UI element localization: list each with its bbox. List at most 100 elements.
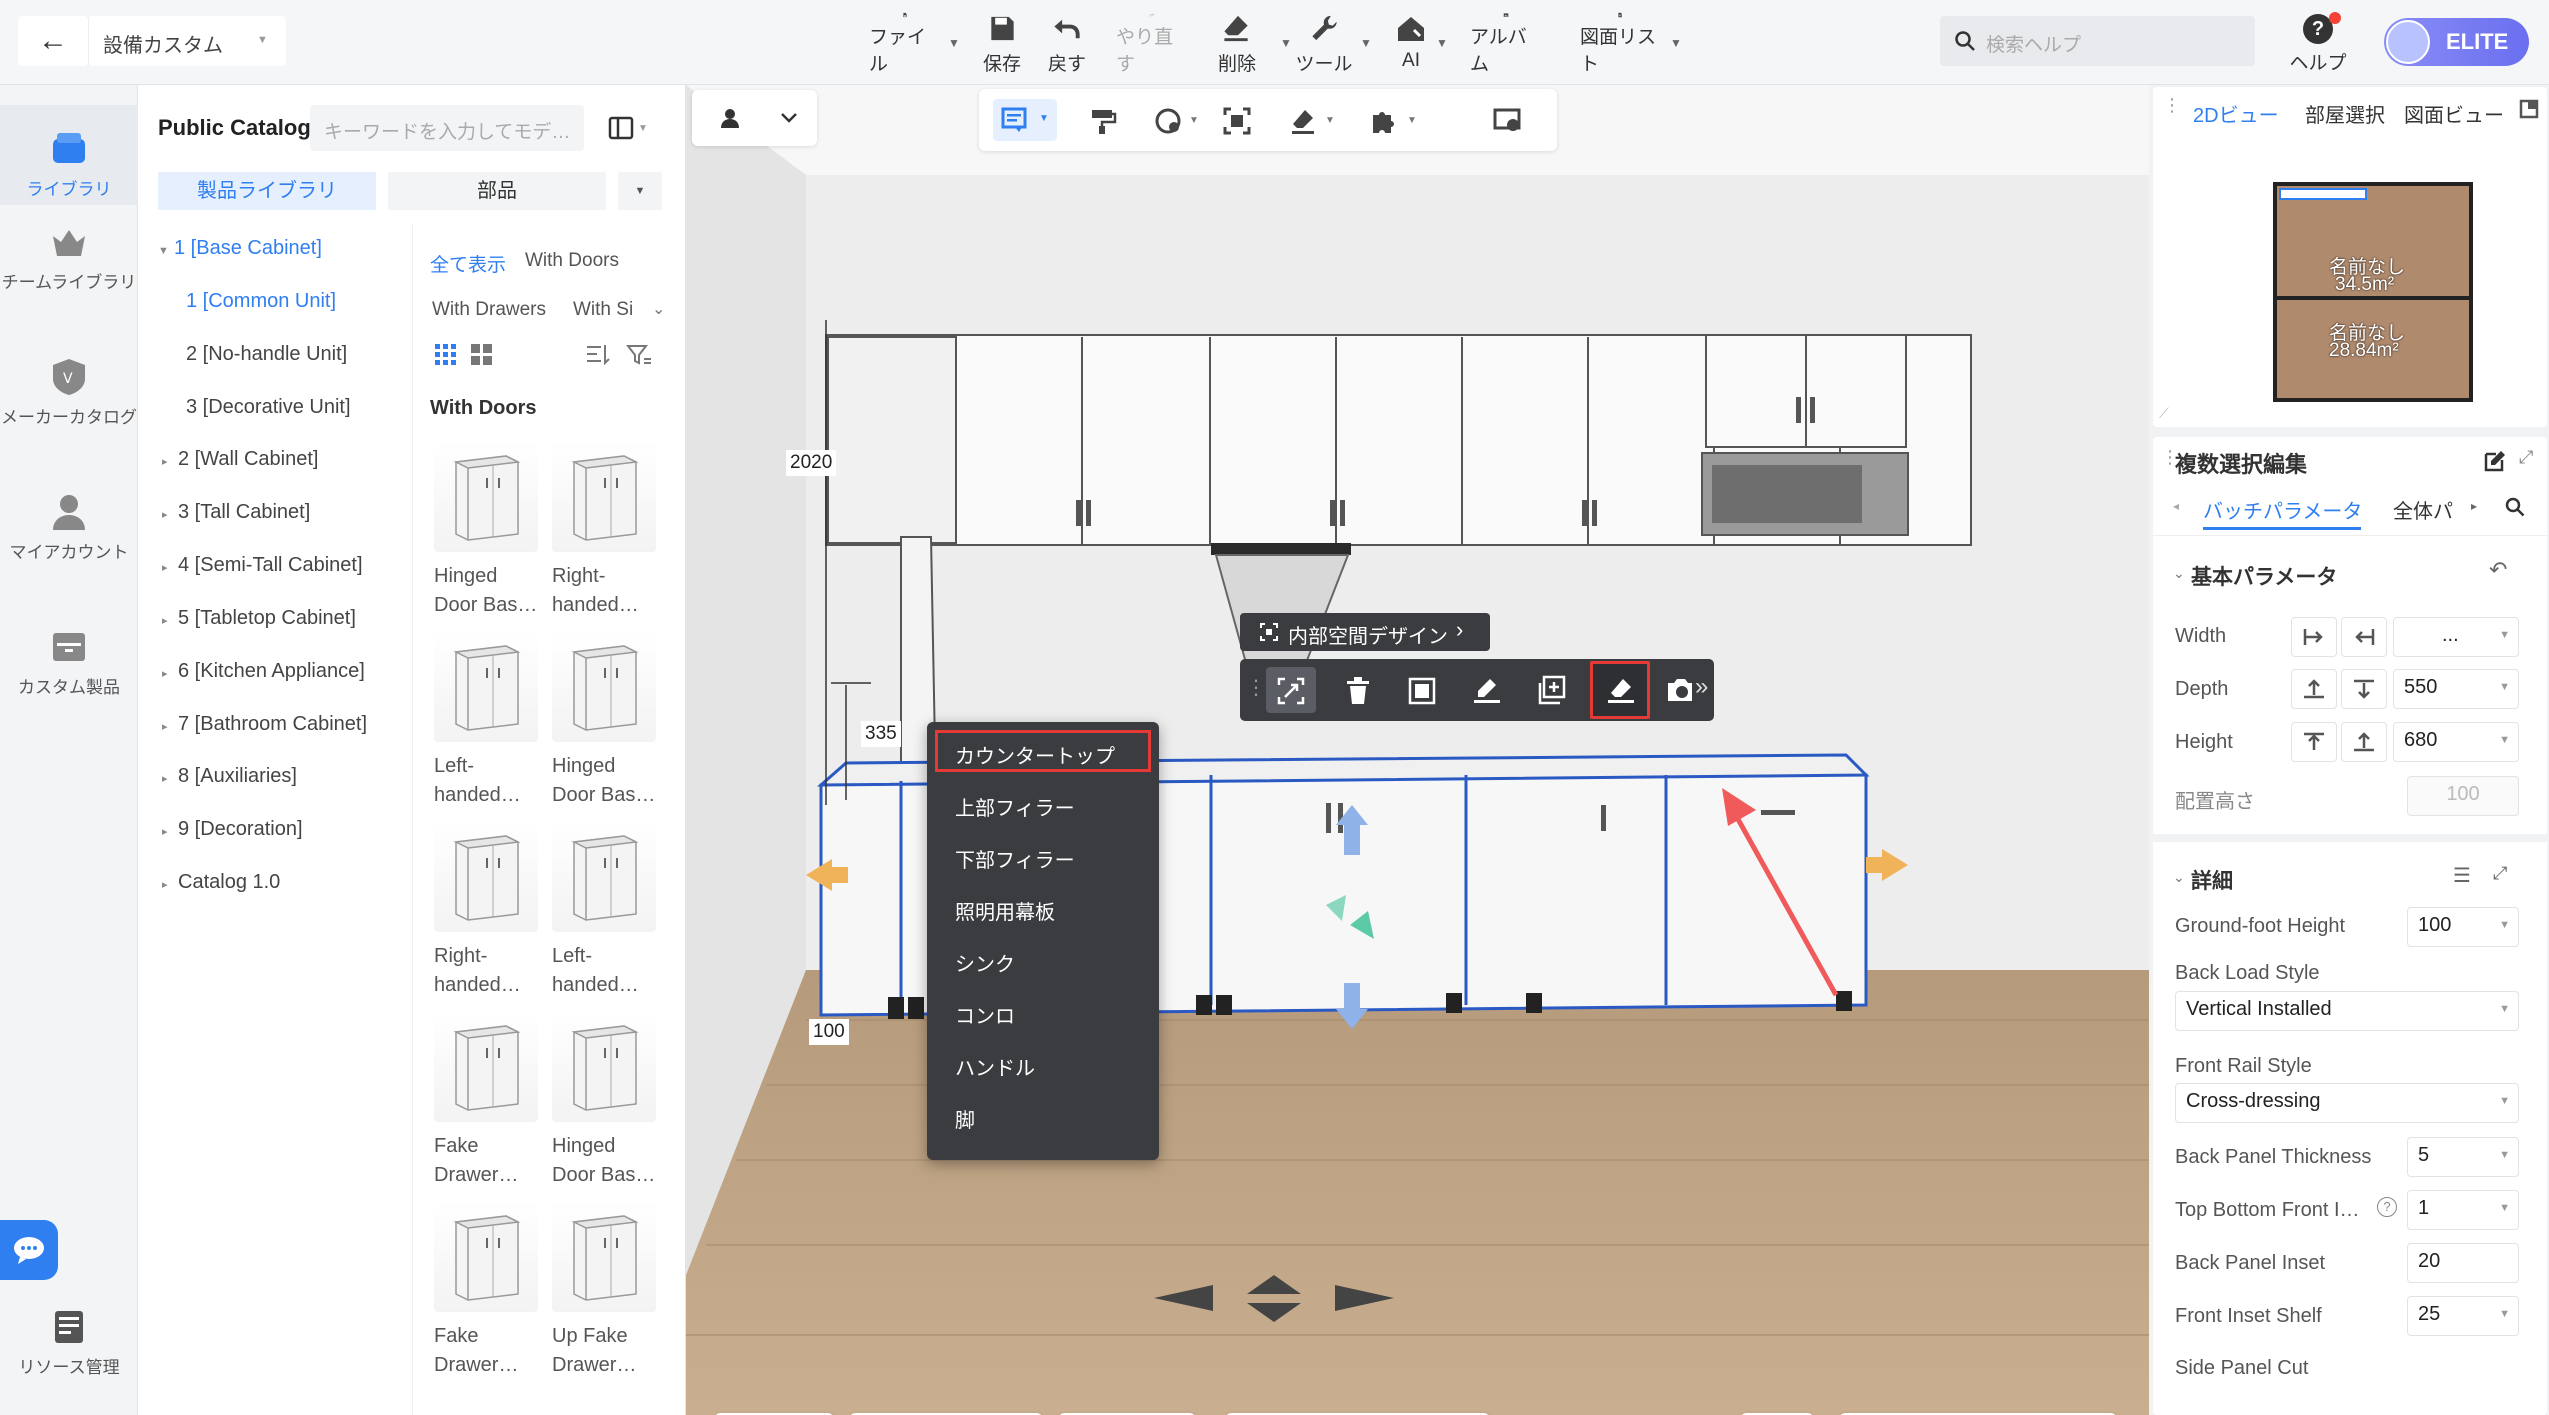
chevron-down-icon[interactable]: ▼ — [1325, 115, 1335, 126]
product-card[interactable]: Hinged Door Bas… — [434, 440, 544, 620]
menu-item-leg[interactable]: 脚 — [955, 1104, 975, 1133]
rail-library[interactable]: ライブラリ — [0, 105, 138, 205]
redo-button[interactable]: やり直す — [1116, 12, 1188, 76]
tabs-more-button[interactable]: ▼ — [618, 172, 662, 210]
filter-expand-icon[interactable]: ⌄ — [652, 299, 665, 319]
delete-button[interactable]: 削除 — [1201, 12, 1273, 76]
tab-parts[interactable]: 部品 — [388, 172, 606, 210]
width-input[interactable]: ... ▼ — [2393, 617, 2519, 657]
drawing-list-button[interactable]: 図面リスト — [1580, 12, 1660, 76]
front-rail-style-select[interactable]: Cross-dressing ▼ — [2175, 1083, 2519, 1123]
ruler-brush-icon[interactable] — [1289, 107, 1317, 135]
expand-icon[interactable]: ⤢ — [2493, 863, 2507, 884]
3d-viewport[interactable]: 2020 335 100 ▼ ▼ ▼ ▼ 内部空間デザイン › ⋮ » カウンタ… — [686, 85, 2149, 1415]
menu-item-handle[interactable]: ハンドル — [955, 1052, 1035, 1081]
save-button[interactable]: 保存 — [966, 12, 1038, 76]
microwave[interactable] — [1701, 452, 1909, 536]
file-caret-icon[interactable]: ▼ — [948, 36, 960, 50]
countertop-tool-button[interactable] — [1590, 661, 1650, 719]
trash-icon[interactable] — [1345, 677, 1371, 705]
edit-ruler-icon[interactable] — [1472, 677, 1502, 705]
view-user-selector[interactable] — [692, 90, 817, 146]
floor-plan[interactable]: 名前なし 34.5m² 名前なし 28.84m² — [2273, 182, 2473, 402]
grid-small-view-icon[interactable] — [434, 343, 458, 367]
product-card[interactable]: Right-handed… — [552, 440, 662, 620]
filter-show-all[interactable]: 全て表示 — [430, 250, 506, 277]
help-button[interactable]: ? ヘルプ — [2283, 12, 2353, 76]
sort-icon[interactable] — [586, 343, 612, 367]
resize-corner-icon[interactable]: ⟋ — [2159, 405, 2169, 422]
product-card[interactable]: Fake Drawer… — [434, 1010, 544, 1190]
tree-item-kitchen-appliance[interactable]: ▸ 6 [Kitchen Appliance] — [162, 660, 365, 683]
ground-foot-height-input[interactable]: 100 ▼ — [2407, 907, 2519, 947]
edit-square-icon[interactable] — [2483, 449, 2507, 473]
chevron-down-icon[interactable]: ⌄ — [2173, 869, 2185, 886]
tab-batch-params[interactable]: バッチパラメータ — [2203, 495, 2362, 524]
add-copy-icon[interactable] — [1536, 675, 1566, 705]
paint-roller-icon[interactable] — [1089, 107, 1117, 135]
filter-icon[interactable] — [626, 343, 652, 367]
tree-item-tabletop-cabinet[interactable]: ▸ 5 [Tabletop Cabinet] — [162, 607, 356, 630]
rail-maker-catalog[interactable]: V メーカーカタログ — [0, 355, 138, 428]
tab-room-select[interactable]: 部屋選択 — [2305, 99, 2385, 128]
3d-scene[interactable] — [686, 85, 2149, 1415]
depth-align-back-button[interactable] — [2341, 669, 2387, 709]
expand-icon[interactable]: ⤢ — [2519, 447, 2533, 468]
reset-icon[interactable]: ↶ — [2489, 557, 2507, 583]
undo-button[interactable]: 戻す — [1031, 12, 1103, 76]
album-button[interactable]: アルバム — [1470, 12, 1542, 76]
replace-icon[interactable] — [1408, 677, 1436, 705]
tab-drawing-view[interactable]: 図面ビュー — [2404, 99, 2504, 128]
tab-all-params[interactable]: 全体パ — [2393, 495, 2453, 524]
tree-item-auxiliaries[interactable]: ▸ 8 [Auxiliaries] — [162, 765, 297, 788]
width-align-left-button[interactable] — [2291, 617, 2337, 657]
elite-account-button[interactable]: ELITE — [2384, 18, 2529, 66]
help-circle-icon[interactable]: ? — [2377, 1197, 2397, 1217]
product-card[interactable]: Fake Drawer… — [434, 1200, 544, 1380]
search-icon[interactable] — [2505, 497, 2525, 517]
tree-item-common-unit[interactable]: 1 [Common Unit] — [186, 290, 336, 313]
layout-toggle-button[interactable]: ▼ — [608, 113, 658, 143]
snapshot-icon[interactable] — [1664, 675, 1696, 705]
rail-team-library[interactable]: チームライブラリ — [0, 220, 138, 293]
rail-account[interactable]: マイアカウント — [0, 490, 138, 563]
menu-item-sink[interactable]: シンク — [955, 948, 1015, 977]
product-card[interactable]: Left-handed… — [552, 820, 662, 1000]
placement-height-input[interactable]: 100 — [2407, 776, 2519, 816]
help-search-box[interactable]: 検索ヘルプ — [1940, 16, 2255, 66]
filter-with-drawers[interactable]: With Drawers — [432, 299, 546, 321]
puzzle-icon[interactable] — [1369, 107, 1397, 135]
drag-handle-icon[interactable]: ⋮ — [2163, 95, 2181, 116]
tree-item-decorative-unit[interactable]: 3 [Decorative Unit] — [186, 396, 351, 419]
back-panel-thickness-input[interactable]: 5 ▼ — [2407, 1137, 2519, 1177]
tree-item-semi-tall-cabinet[interactable]: ▸ 4 [Semi-Tall Cabinet] — [162, 554, 363, 577]
back-panel-inset-input[interactable]: 20 — [2407, 1243, 2519, 1283]
section-basic-params[interactable]: 基本パラメータ — [2191, 561, 2337, 591]
rail-custom-product[interactable]: カスタム製品 — [0, 625, 138, 698]
select-mode-button[interactable]: ▼ — [993, 99, 1057, 141]
material-brush-icon[interactable] — [1154, 107, 1182, 135]
product-card[interactable]: Left-handed… — [434, 630, 544, 810]
tab-2d-view[interactable]: 2Dビュー — [2193, 99, 2279, 128]
interior-design-button[interactable]: 内部空間デザイン › — [1240, 613, 1490, 651]
project-selector[interactable]: 設備カスタム ▼ — [88, 16, 286, 66]
tabs-left-arrow-icon[interactable]: ◂ — [2173, 499, 2179, 513]
tree-item-decoration[interactable]: ▸ 9 [Decoration] — [162, 818, 303, 841]
menu-item-top-filler[interactable]: 上部フィラー — [955, 792, 1075, 821]
back-load-style-select[interactable]: Vertical Installed ▼ — [2175, 991, 2519, 1031]
tabs-right-arrow-icon[interactable]: ▸ — [2471, 499, 2477, 513]
ai-caret-icon[interactable]: ▼ — [1436, 36, 1448, 50]
tab-product-library[interactable]: 製品ライブラリ — [158, 172, 376, 210]
grid-large-view-icon[interactable] — [470, 343, 494, 367]
file-button[interactable]: ファイル — [869, 12, 941, 76]
product-card[interactable]: Hinged Door Bas… — [552, 630, 662, 810]
chevron-down-icon[interactable]: ▼ — [1189, 115, 1199, 126]
height-input[interactable]: 680 ▼ — [2393, 722, 2519, 762]
height-align-bottom-button[interactable] — [2341, 722, 2387, 762]
section-detail[interactable]: 詳細 — [2191, 865, 2233, 895]
product-card[interactable]: Hinged Door Bas… — [552, 1010, 662, 1190]
front-inset-shelf-input[interactable]: 25 ▼ — [2407, 1296, 2519, 1336]
tree-item-tall-cabinet[interactable]: ▸ 3 [Tall Cabinet] — [162, 501, 310, 524]
back-button[interactable]: ← — [18, 16, 88, 66]
chevron-down-icon[interactable]: ▼ — [1407, 115, 1417, 126]
